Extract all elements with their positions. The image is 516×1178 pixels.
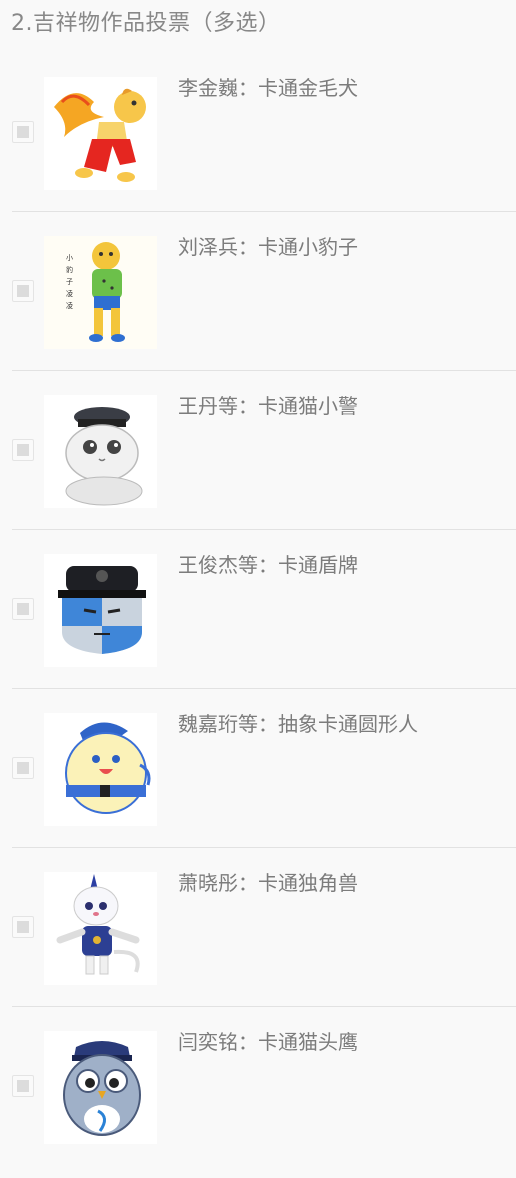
- shield-image: [44, 554, 157, 667]
- checkbox-fill: [17, 762, 29, 774]
- checkbox[interactable]: [12, 1075, 34, 1097]
- checkbox-fill: [17, 603, 29, 615]
- unicorn-image: [44, 872, 157, 985]
- option-label: 魏嘉珩等：抽象卡通圆形人: [178, 712, 418, 736]
- round-figure-image: [44, 713, 157, 826]
- vote-option[interactable]: 萧晓彤：卡通独角兽: [12, 848, 516, 1007]
- option-label: 李金巍：卡通金毛犬: [178, 76, 358, 100]
- checkbox[interactable]: [12, 598, 34, 620]
- svg-text:凌: 凌: [66, 301, 73, 310]
- vote-option[interactable]: 王俊杰等：卡通盾牌: [12, 530, 516, 689]
- vote-option[interactable]: 闫奕铭：卡通猫头鹰: [12, 1007, 516, 1165]
- option-label: 王丹等：卡通猫小警: [178, 394, 358, 418]
- question-title: 2.吉祥物作品投票（多选）: [11, 11, 281, 36]
- option-label: 刘泽兵：卡通小豹子: [178, 235, 358, 259]
- svg-text:小: 小: [66, 253, 73, 262]
- vote-option[interactable]: 魏嘉珩等：抽象卡通圆形人: [12, 689, 516, 848]
- svg-text:凌: 凌: [66, 289, 73, 298]
- golden-dog-image: [44, 77, 157, 190]
- checkbox[interactable]: [12, 916, 34, 938]
- svg-text:豹: 豹: [66, 265, 73, 274]
- checkbox[interactable]: [12, 757, 34, 779]
- leopard-image: 小 豹 子 凌 凌: [44, 236, 157, 349]
- option-label: 闫奕铭：卡通猫头鹰: [178, 1030, 358, 1054]
- checkbox-fill: [17, 285, 29, 297]
- checkbox-fill: [17, 1080, 29, 1092]
- checkbox-fill: [17, 126, 29, 138]
- checkbox-fill: [17, 921, 29, 933]
- option-label: 萧晓彤：卡通独角兽: [178, 871, 358, 895]
- vote-option[interactable]: 王丹等：卡通猫小警: [12, 371, 516, 530]
- option-label: 王俊杰等：卡通盾牌: [178, 553, 358, 577]
- vote-option[interactable]: 李金巍：卡通金毛犬: [12, 53, 516, 212]
- svg-text:子: 子: [66, 278, 73, 286]
- vote-option[interactable]: 小 豹 子 凌 凌 刘泽兵：卡通小豹子: [12, 212, 516, 371]
- checkbox-fill: [17, 444, 29, 456]
- checkbox[interactable]: [12, 280, 34, 302]
- checkbox[interactable]: [12, 439, 34, 461]
- police-cat-image: [44, 395, 157, 508]
- owl-image: [44, 1031, 157, 1144]
- checkbox[interactable]: [12, 121, 34, 143]
- option-list: 李金巍：卡通金毛犬 小 豹 子 凌 凌 刘泽兵：卡通小豹子 王丹等：卡通猫小警 …: [12, 53, 516, 1165]
